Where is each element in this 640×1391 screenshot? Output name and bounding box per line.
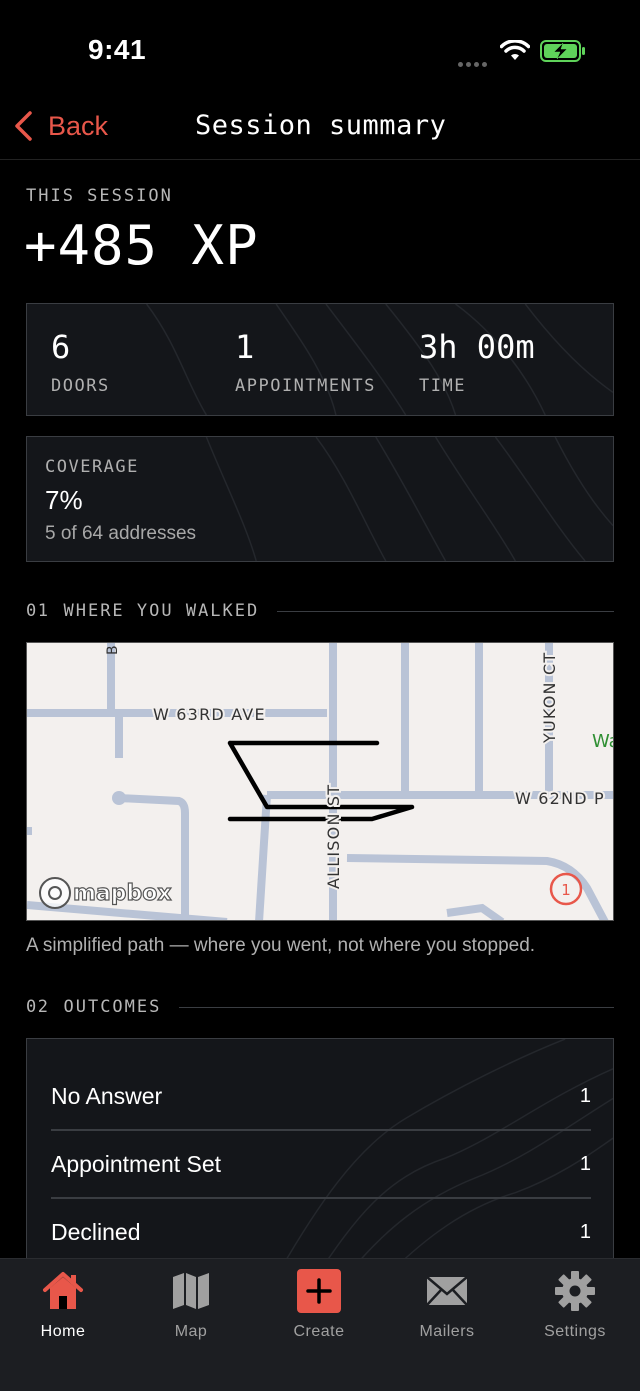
wifi-icon (500, 40, 530, 60)
outcome-label: Appointment Set (51, 1151, 222, 1177)
back-button[interactable]: Back (12, 106, 108, 146)
outcome-row[interactable]: No Answer 1 (51, 1063, 591, 1131)
home-icon (43, 1272, 83, 1309)
chevron-left-icon (15, 111, 32, 141)
coverage-percent: 7% (45, 485, 83, 515)
section-number: 01 (26, 601, 50, 621)
section-title: OUTCOMES (63, 997, 162, 1017)
page-title: Session summary (195, 110, 447, 141)
stat-value: 6 (51, 328, 71, 366)
nav-header: Back Session summary (0, 100, 640, 160)
outcome-row[interactable]: Appointment Set 1 (51, 1131, 591, 1199)
map-caption: A simplified path — where you went, not … (26, 935, 536, 956)
route-badge-number: 1 (561, 881, 571, 899)
street-label-w63: W 63RD AVE (153, 705, 266, 724)
map-icon (173, 1273, 209, 1309)
tab-mailers[interactable]: Mailers (392, 1269, 502, 1349)
section-divider (277, 610, 614, 612)
stat-doors: 6 DOORS (51, 328, 110, 396)
outcome-label: No Answer (51, 1083, 163, 1109)
street-label-yukon: YUKON CT (540, 652, 559, 744)
street-label-w62: W 62ND P (515, 789, 605, 808)
session-label: THIS SESSION (26, 186, 173, 206)
stat-appointments: 1 APPOINTMENTS (235, 328, 376, 396)
tab-settings[interactable]: Settings (520, 1269, 630, 1349)
stat-value: 1 (235, 328, 255, 366)
coverage-label: COVERAGE (45, 457, 139, 477)
section-divider (179, 1006, 614, 1008)
signal-dots-icon (458, 54, 490, 72)
section-header-outcomes: 02 OUTCOMES (26, 995, 614, 1019)
outcome-count: 1 (579, 1085, 591, 1107)
coverage-detail: 5 of 64 addresses (45, 523, 197, 544)
stats-card: 6 DOORS 1 APPOINTMENTS 3h 00m TIME (26, 303, 614, 416)
battery-charging-icon (540, 40, 585, 62)
tab-home[interactable]: Home (8, 1269, 118, 1349)
plus-icon (297, 1269, 341, 1313)
tab-label: Settings (544, 1323, 606, 1340)
outcome-count: 1 (579, 1153, 591, 1175)
tab-label: Create (293, 1323, 345, 1340)
street-label-b: B (105, 645, 121, 655)
tab-create[interactable]: Create (264, 1269, 374, 1349)
section-number: 02 (26, 997, 50, 1017)
walk-map[interactable]: W 63RD AVE W 62ND P Wa ALLISON ST YUKON … (26, 642, 614, 921)
tab-label: Map (174, 1323, 208, 1340)
outcome-row[interactable]: Declined 1 (51, 1199, 591, 1267)
status-time: 9:41 (88, 34, 147, 65)
outcome-label: Declined (51, 1219, 141, 1245)
stat-value: 3h 00m (419, 328, 535, 366)
tab-bar: Home Map Create Mailers Settings (0, 1258, 640, 1391)
outcomes-card: No Answer 1 Appointment Set 1 Declined 1 (26, 1038, 614, 1278)
stat-label: APPOINTMENTS (235, 376, 376, 396)
stat-label: DOORS (51, 376, 110, 396)
tab-label: Home (40, 1323, 86, 1340)
section-header-walked: 01 WHERE YOU WALKED (26, 599, 614, 623)
map-canvas[interactable]: W 63RD AVE W 62ND P Wa ALLISON ST YUKON … (27, 643, 614, 921)
map-label-wa: Wa (592, 731, 614, 752)
outcome-count: 1 (579, 1221, 591, 1243)
coverage-card: COVERAGE 7% 5 of 64 addresses (26, 436, 614, 562)
tab-label: Mailers (419, 1323, 475, 1340)
gear-icon (555, 1271, 595, 1311)
mapbox-logo-icon[interactable]: mapbox (39, 877, 172, 909)
stat-time: 3h 00m TIME (419, 328, 535, 396)
tab-map[interactable]: Map (136, 1269, 246, 1349)
section-title: WHERE YOU WALKED (63, 601, 260, 621)
back-label: Back (48, 110, 109, 141)
envelope-icon (426, 1276, 468, 1306)
mapbox-attribution: mapbox (73, 881, 172, 906)
session-xp: +485 XP (24, 214, 259, 277)
status-bar: 9:41 (0, 0, 640, 100)
street-label-allison: ALLISON ST (324, 784, 343, 889)
stat-label: TIME (419, 376, 466, 396)
